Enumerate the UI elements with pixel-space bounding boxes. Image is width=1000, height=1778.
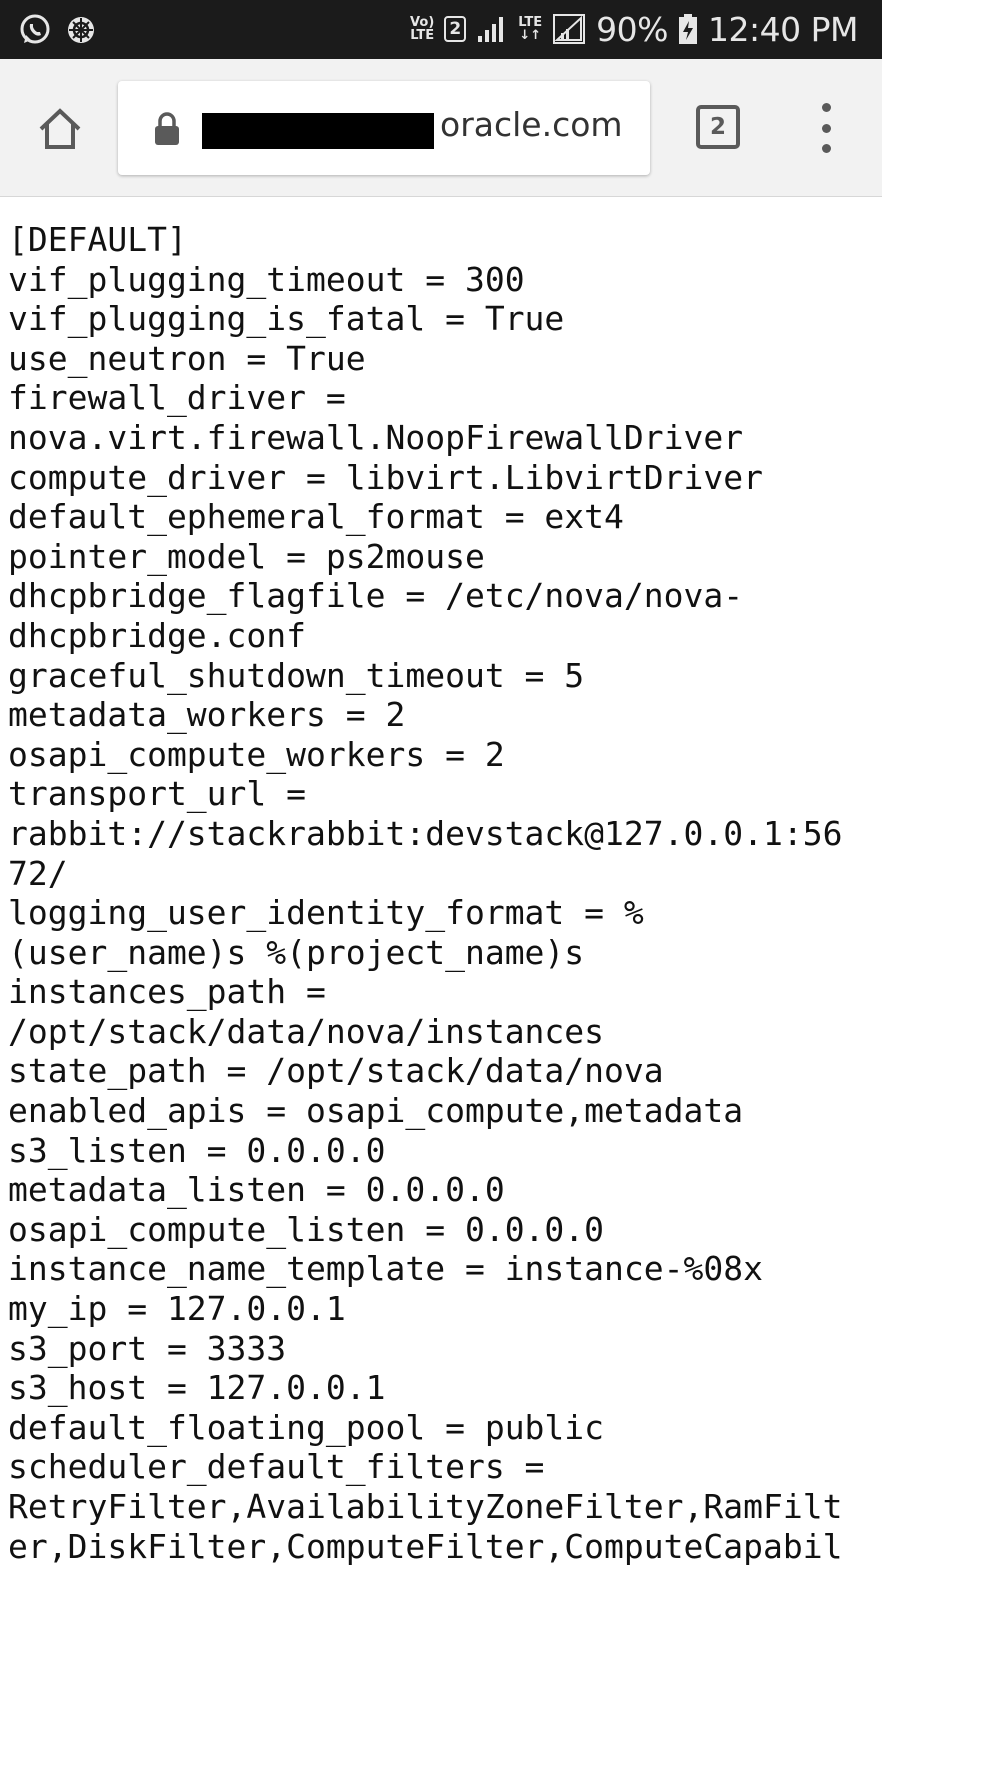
menu-dot-icon	[821, 103, 831, 112]
config-line: [DEFAULT]	[8, 220, 187, 259]
config-line: er,DiskFilter,ComputeFilter,ComputeCapab…	[8, 1526, 843, 1566]
config-line: firewall_driver =	[8, 378, 346, 418]
config-line: nova.virt.firewall.NoopFirewallDriver	[8, 417, 744, 457]
config-text: [DEFAULT] vif_plugging_timeout = 300 vif…	[8, 220, 878, 1566]
battery-percentage: 90%	[596, 9, 669, 49]
battery-charging-icon	[678, 13, 698, 45]
config-line: metadata_workers = 2	[8, 695, 406, 735]
status-indicators: Vo) LTE 2 LTE ↓↑ 90% 12:40 PM	[410, 6, 858, 52]
config-line: s3_host = 127.0.0.1	[8, 1368, 386, 1408]
status-notifications	[18, 10, 96, 50]
lock-icon	[155, 112, 179, 145]
config-line: dhcpbridge_flagfile = /etc/nova/nova-	[8, 576, 744, 616]
config-line: osapi_compute_listen = 0.0.0.0	[8, 1209, 605, 1249]
config-line: pointer_model = ps2mouse	[8, 536, 485, 576]
config-line: s3_port = 3333	[8, 1328, 287, 1368]
config-line: 72/	[8, 853, 68, 893]
whatsapp-icon	[18, 13, 52, 47]
url-redaction	[202, 113, 434, 149]
config-line: osapi_compute_workers = 2	[8, 734, 505, 774]
menu-dot-icon	[821, 123, 831, 133]
config-line: rabbit://stackrabbit:devstack@127.0.0.1:…	[8, 813, 843, 853]
sim-slot-badge: 2	[444, 16, 467, 42]
signal-strength-icon	[476, 14, 508, 44]
config-line: use_neutron = True	[8, 338, 366, 378]
config-line: dhcpbridge.conf	[8, 615, 307, 655]
browser-toolbar: oracle.com 2	[0, 59, 882, 197]
config-line: compute_driver = libvirt.LibvirtDriver	[8, 457, 763, 497]
overflow-menu-button[interactable]	[806, 103, 846, 153]
config-line: instance_name_template = instance-%08x	[8, 1249, 763, 1289]
config-line: vif_plugging_is_fatal = True	[8, 299, 565, 339]
config-line: RetryFilter,AvailabilityZoneFilter,RamFi…	[8, 1487, 843, 1526]
config-line: (user_name)s %(project_name)s	[8, 932, 585, 972]
config-line: logging_user_identity_format = %	[8, 893, 644, 933]
config-line: transport_url =	[8, 774, 307, 814]
config-line: metadata_listen = 0.0.0.0	[8, 1170, 505, 1210]
config-line: scheduler_default_filters =	[8, 1447, 545, 1487]
address-bar[interactable]: oracle.com	[118, 81, 650, 175]
status-bar: Vo) LTE 2 LTE ↓↑ 90% 12:40 PM	[0, 0, 882, 59]
config-line: my_ip = 127.0.0.1	[8, 1289, 346, 1329]
config-line: default_ephemeral_format = ext4	[8, 497, 624, 537]
config-line: /opt/stack/data/nova/instances	[8, 1011, 605, 1051]
lte-data-indicator: LTE ↓↑	[518, 15, 543, 43]
config-line: instances_path =	[8, 972, 326, 1012]
config-line: state_path = /opt/stack/data/nova	[8, 1051, 664, 1091]
config-line: graceful_shutdown_timeout = 5	[8, 655, 585, 695]
config-line: s3_listen = 0.0.0.0	[8, 1130, 386, 1170]
home-button[interactable]	[32, 103, 88, 155]
signal-strength-secondary-icon	[552, 13, 586, 45]
volte-indicator: Vo) LTE	[410, 15, 435, 43]
config-line: default_floating_pool = public	[8, 1407, 605, 1447]
config-line: enabled_apis = osapi_compute,metadata	[8, 1091, 744, 1131]
status-clock: 12:40 PM	[708, 9, 858, 49]
menu-dot-icon	[821, 144, 831, 153]
url-text: oracle.com	[440, 105, 623, 144]
tab-switcher-button[interactable]: 2	[696, 105, 740, 149]
home-icon	[39, 108, 81, 149]
config-line: vif_plugging_timeout = 300	[8, 259, 525, 299]
app-notification-icon	[66, 15, 96, 45]
